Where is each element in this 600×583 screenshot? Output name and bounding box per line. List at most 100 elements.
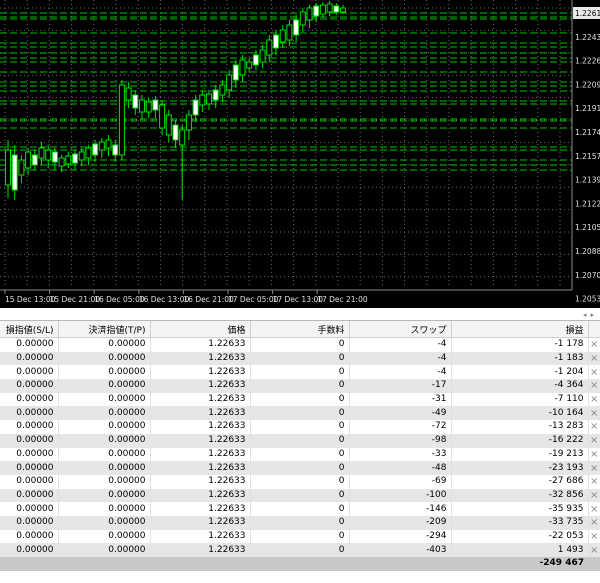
- candle-body: [192, 99, 199, 116]
- table-row[interactable]: 0.00000 0.00000 1.22633 0 -294 -22 053 ×: [0, 529, 600, 544]
- time-tick-label: 15 Dec 21:00: [50, 295, 101, 304]
- col-header-price[interactable]: 価格: [150, 321, 251, 338]
- time-tick-label: 17 Dec 13:00: [273, 295, 324, 304]
- candle-body: [340, 7, 346, 13]
- chart-canvas[interactable]: 1.22617 1.22435 1.22260 1.22090 1.21915 1.217…: [0, 0, 600, 308]
- close-position-icon[interactable]: ×: [588, 543, 600, 557]
- col-header-swap[interactable]: スワップ: [349, 321, 452, 338]
- cell-price: 1.22633: [150, 433, 251, 448]
- cell-tp: 0.00000: [58, 406, 151, 421]
- close-position-icon[interactable]: ×: [588, 475, 600, 489]
- candle-body: [78, 151, 85, 161]
- table-header-row: 損指値(S/L) 決済指値(T/P) 価格 手数料 スワップ 損益: [0, 321, 600, 338]
- table-row[interactable]: 0.00000 0.00000 1.22633 0 -72 -13 283 ×: [0, 420, 600, 434]
- cell-swap: -69: [349, 474, 452, 489]
- cell-commission: 0: [250, 461, 350, 475]
- cell-profit: -33 735: [451, 515, 589, 530]
- table-row[interactable]: 0.00000 0.00000 1.22633 0 -17 -4 364 ×: [0, 379, 600, 393]
- candle-body: [72, 153, 78, 164]
- cell-price: 1.22633: [150, 392, 251, 407]
- cell-swap: -49: [349, 406, 452, 421]
- price-tick-label: 1.21225: [575, 199, 600, 208]
- candle-body: [319, 4, 326, 15]
- price-tick-label: 1.20705: [575, 271, 600, 280]
- cell-price: 1.22633: [150, 351, 251, 366]
- cell-sl: 0.00000: [0, 515, 59, 530]
- price-tick-label: 1.21570: [575, 152, 600, 161]
- cell-swap: -100: [349, 488, 452, 503]
- cell-profit: 1 493: [451, 543, 589, 557]
- cell-tp: 0.00000: [58, 529, 151, 544]
- close-position-icon[interactable]: ×: [588, 365, 600, 379]
- candle-body: [226, 74, 233, 91]
- cell-commission: 0: [250, 337, 350, 352]
- close-position-icon[interactable]: ×: [588, 379, 600, 393]
- cell-profit: -13 283: [451, 420, 589, 434]
- candle-body: [313, 5, 320, 17]
- cell-price: 1.22633: [150, 502, 251, 516]
- close-position-icon[interactable]: ×: [588, 420, 600, 434]
- col-header-tp[interactable]: 決済指値(T/P): [58, 321, 151, 338]
- close-position-icon[interactable]: ×: [588, 351, 600, 366]
- total-close-cell: [588, 557, 600, 571]
- table-row[interactable]: 0.00000 0.00000 1.22633 0 -69 -27 686 ×: [0, 474, 600, 489]
- cell-sl: 0.00000: [0, 365, 59, 380]
- cell-swap: -146: [349, 502, 452, 516]
- table-row[interactable]: 0.00000 0.00000 1.22633 0 -100 -32 856 ×: [0, 488, 600, 503]
- cell-sl: 0.00000: [0, 351, 59, 366]
- scroll-arrows-icon[interactable]: ◂▸: [583, 311, 598, 319]
- table-row[interactable]: 0.00000 0.00000 1.22633 0 -31 -7 110 ×: [0, 392, 600, 407]
- col-header-profit[interactable]: 損益: [451, 321, 589, 338]
- table-row[interactable]: 0.00000 0.00000 1.22633 0 -48 -23 193 ×: [0, 461, 600, 475]
- time-tick-label: 17 Dec 05:00: [228, 295, 279, 304]
- close-position-icon[interactable]: ×: [588, 488, 600, 503]
- candle-body: [58, 157, 65, 167]
- cell-commission: 0: [250, 392, 350, 407]
- close-position-icon[interactable]: ×: [588, 433, 600, 448]
- close-position-icon[interactable]: ×: [588, 461, 600, 475]
- candle-body: [212, 89, 219, 101]
- cell-commission: 0: [250, 502, 350, 516]
- candle-body: [206, 93, 212, 105]
- close-position-icon[interactable]: ×: [588, 406, 600, 421]
- table-row[interactable]: 0.00000 0.00000 1.22633 0 -4 -1 183 ×: [0, 351, 600, 366]
- table-row[interactable]: 0.00000 0.00000 1.22633 0 -403 1 493 ×: [0, 543, 600, 557]
- price-tick-label: 1.20535: [575, 295, 600, 304]
- table-row[interactable]: 0.00000 0.00000 1.22633 0 -49 -10 164 ×: [0, 406, 600, 421]
- price-chart[interactable]: 1.22617 1.22435 1.22260 1.22090 1.21915 1.217…: [0, 0, 600, 308]
- table-row[interactable]: 0.00000 0.00000 1.22633 0 -146 -35 935 ×: [0, 502, 600, 516]
- cell-swap: -17: [349, 379, 452, 393]
- candle-body: [219, 84, 226, 96]
- table-row[interactable]: 0.00000 0.00000 1.22633 0 -98 -16 222 ×: [0, 433, 600, 448]
- col-header-commission[interactable]: 手数料: [250, 321, 350, 338]
- cell-commission: 0: [250, 433, 350, 448]
- candle-body: [185, 114, 192, 131]
- cell-swap: -31: [349, 392, 452, 407]
- close-position-icon[interactable]: ×: [588, 448, 600, 462]
- candle-body: [179, 129, 186, 146]
- table-row[interactable]: 0.00000 0.00000 1.22633 0 -4 -1 178 ×: [0, 337, 600, 352]
- price-tick-label: 1.22090: [575, 80, 600, 89]
- table-row[interactable]: 0.00000 0.00000 1.22633 0 -33 -19 213 ×: [0, 447, 600, 462]
- price-tick-label: 1.20880: [575, 247, 600, 256]
- close-position-icon[interactable]: ×: [588, 393, 600, 407]
- cell-profit: -35 935: [451, 502, 589, 516]
- table-row[interactable]: 0.00000 0.00000 1.22633 0 -209 -33 735 ×: [0, 515, 600, 530]
- time-tick-label: 16 Dec 05:00: [94, 295, 145, 304]
- close-position-icon[interactable]: ×: [588, 502, 600, 516]
- cell-profit: -7 110: [451, 392, 589, 407]
- close-position-icon[interactable]: ×: [588, 515, 600, 530]
- candle-body: [118, 84, 125, 156]
- cell-sl: 0.00000: [0, 488, 59, 503]
- cell-commission: 0: [250, 420, 350, 434]
- time-tick-label: 16 Dec 21:00: [183, 295, 234, 304]
- close-position-icon[interactable]: ×: [588, 338, 600, 352]
- cell-swap: -294: [349, 529, 452, 544]
- close-position-icon[interactable]: ×: [588, 530, 600, 544]
- table-row[interactable]: 0.00000 0.00000 1.22633 0 -4 -1 204 ×: [0, 365, 600, 380]
- cell-profit: -23 193: [451, 461, 589, 475]
- cell-tp: 0.00000: [58, 447, 151, 462]
- cell-tp: 0.00000: [58, 515, 151, 530]
- candle-body: [112, 144, 119, 156]
- col-header-sl[interactable]: 損指値(S/L): [0, 321, 59, 338]
